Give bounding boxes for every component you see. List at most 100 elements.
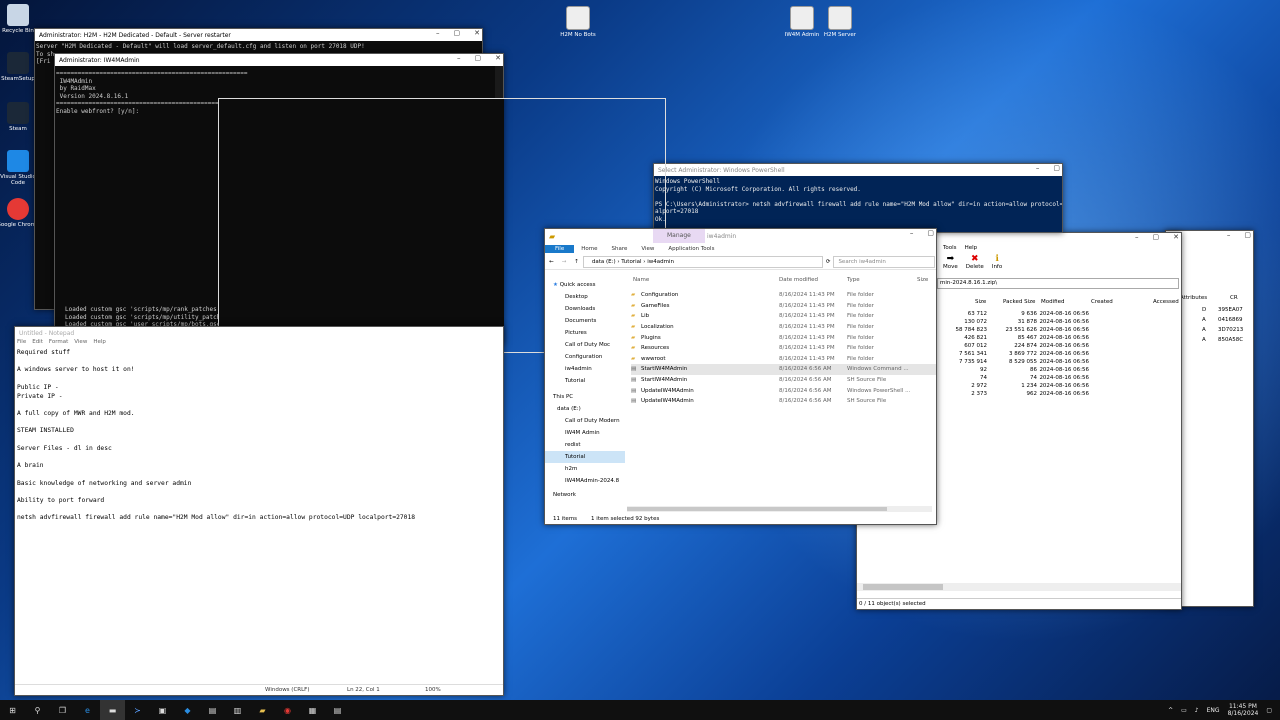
column-type[interactable]: Type xyxy=(847,277,917,283)
archive-row[interactable]: 2 972 1 234 2024-08-16 06:56 xyxy=(937,382,1089,390)
nav-item[interactable]: Desktop xyxy=(545,291,625,303)
chevron-up-icon[interactable]: ^ xyxy=(1168,707,1173,714)
column-packed-size[interactable]: Packed Size xyxy=(1003,299,1035,305)
file-row[interactable]: ▰ Plugins 8/16/2024 11:43 PM File folder xyxy=(631,332,936,343)
menu-item[interactable]: File xyxy=(17,339,26,347)
title-bar[interactable]: Administrator: IW4MAdmin – ▢ ✕ xyxy=(55,54,503,66)
file-row[interactable]: ▰ GameFiles 8/16/2024 11:43 PM File folder xyxy=(631,301,936,312)
refresh-icon[interactable]: ⟳ xyxy=(823,259,834,265)
ribbon-tab[interactable]: Application Tools xyxy=(661,245,721,253)
archive-row[interactable]: 63 712 9 636 2024-08-16 06:56 xyxy=(937,310,1089,318)
delete-button[interactable]: ✖ Delete xyxy=(966,254,984,276)
archive-row[interactable]: 58 784 823 23 551 626 2024-08-16 06:56 xyxy=(937,326,1090,334)
menu-item[interactable]: Edit xyxy=(32,339,43,347)
column-modified[interactable]: Modified xyxy=(1041,299,1064,305)
clock[interactable]: 11:45 PM 8/16/2024 xyxy=(1228,703,1259,717)
vscode-icon[interactable]: ◆ xyxy=(175,700,200,720)
title-bar[interactable]: ▰ Manage iw4admin – ▢ xyxy=(545,229,936,243)
nav-item[interactable]: Configuration xyxy=(545,351,625,363)
desktop-icon-h2m-no-bots[interactable]: H2M No Bots xyxy=(555,6,601,38)
file-row[interactable]: ▰ wwwroot 8/16/2024 11:43 PM File folder xyxy=(631,354,936,365)
menu-item[interactable]: Format xyxy=(49,339,68,347)
app-icon[interactable]: ▥ xyxy=(225,700,250,720)
nav-item[interactable]: IW4MAdmin-2024.8 xyxy=(545,475,625,487)
h2m-app-icon[interactable]: ▤ xyxy=(325,700,350,720)
scroll-thumb[interactable] xyxy=(627,507,887,511)
scroll-thumb[interactable] xyxy=(863,584,943,590)
desktop-icon-h2m-server[interactable]: H2M Server xyxy=(817,6,863,38)
file-row[interactable]: ▤ UpdateIW4MAdmin 8/16/2024 6:56 AM Windows… xyxy=(631,385,936,396)
archive-row[interactable]: 7 735 914 8 529 055 2024-08-16 06:56 xyxy=(937,358,1089,366)
nav-item[interactable]: Call of Duty Modern xyxy=(545,415,625,427)
app-icon[interactable]: ▣ xyxy=(150,700,175,720)
file-row[interactable]: ▰ Configuration 8/16/2024 11:43 PM File fol… xyxy=(631,290,936,301)
nav-item[interactable]: IW4M Admin xyxy=(545,427,625,439)
menu-item[interactable]: Help xyxy=(93,339,106,347)
archive-row[interactable]: 2 373 962 2024-08-16 06:56 xyxy=(937,390,1089,398)
nav-item[interactable]: Tutorial xyxy=(545,375,625,387)
nav-item[interactable]: iw4admin xyxy=(545,363,625,375)
nav-this-pc[interactable]: This PC xyxy=(545,391,625,403)
file-explorer-window[interactable]: ▰ Manage iw4admin – ▢ File Home Share View Ap… xyxy=(544,228,937,525)
title-bar[interactable]: Untitled - Notepad xyxy=(15,327,503,339)
edge-icon[interactable]: e xyxy=(75,700,100,720)
manage-tab[interactable]: Manage xyxy=(653,229,705,243)
file-explorer-icon[interactable]: ▰ xyxy=(250,700,275,720)
search-input[interactable]: Search iw4admin xyxy=(833,256,936,268)
archive-row[interactable]: 130 072 31 878 2024-08-16 06:56 xyxy=(937,318,1089,326)
ribbon-tab[interactable]: File xyxy=(545,245,575,253)
menu-item[interactable]: View xyxy=(74,339,87,347)
notepad-text[interactable]: Required stuff A windows server to host … xyxy=(15,347,503,686)
app-icon[interactable]: ▦ xyxy=(300,700,325,720)
file-row[interactable]: ▤ UpdateIW4MAdmin 8/16/2024 6:56 AM SH Sour… xyxy=(631,396,936,407)
nav-item-selected[interactable]: Tutorial xyxy=(545,451,625,463)
ribbon-tab[interactable]: Share xyxy=(604,245,634,253)
column-date-modified[interactable]: Date modified xyxy=(779,277,847,283)
menu-help[interactable]: Help xyxy=(965,245,978,254)
start-button[interactable]: ⊞ xyxy=(0,700,25,720)
iw4m-app-icon[interactable]: ▤ xyxy=(200,700,225,720)
back-row[interactable]: A 0416869 xyxy=(1202,317,1243,327)
nav-drive[interactable]: data (E:) xyxy=(545,403,625,415)
volume-icon[interactable]: ♪ xyxy=(1195,707,1199,714)
nav-item[interactable]: Pictures xyxy=(545,327,625,339)
nav-quick-access[interactable]: ★ Quick access xyxy=(545,279,625,291)
back-arrow-icon[interactable]: ← xyxy=(545,259,558,265)
title-bar[interactable]: Administrator: H2M - H2M Dedicated - Def… xyxy=(35,29,482,41)
nav-item[interactable]: Call of Duty Moc xyxy=(545,339,625,351)
nav-item[interactable]: redist xyxy=(545,439,625,451)
notification-icon[interactable]: ▢ xyxy=(1266,707,1272,714)
powershell-output[interactable]: Windows PowerShell Copyright (C) Microsof… xyxy=(654,176,1062,232)
column-size[interactable]: Size xyxy=(975,299,986,305)
column-accessed[interactable]: Accessed xyxy=(1153,299,1179,305)
info-button[interactable]: ℹ Info xyxy=(992,254,1002,276)
notepad-window[interactable]: Untitled - Notepad File Edit Format View Hel… xyxy=(14,326,504,696)
file-row[interactable]: ▰ Resources 8/16/2024 11:43 PM File folder xyxy=(631,343,936,354)
language-indicator[interactable]: ENG xyxy=(1207,707,1220,714)
archive-row[interactable]: 607 012 224 874 2024-08-16 06:56 xyxy=(937,342,1089,350)
forward-arrow-icon[interactable]: → xyxy=(558,259,571,265)
archive-path[interactable]: min-2024.8.16.1.zip\ xyxy=(937,278,1179,289)
chrome-icon[interactable]: ◉ xyxy=(275,700,300,720)
address-bar[interactable]: data (E:) › Tutorial › iw4admin xyxy=(582,256,823,268)
powershell-icon[interactable]: ≻ xyxy=(125,700,150,720)
column-created[interactable]: Created xyxy=(1091,299,1113,305)
nav-item[interactable]: Documents xyxy=(545,315,625,327)
file-row[interactable]: ▤ StartIW4MAdmin 8/16/2024 6:56 AM SH Sourc… xyxy=(631,375,936,386)
back-row[interactable]: D 395EA07 xyxy=(1202,307,1243,317)
title-bar[interactable]: Select Administrator: Windows PowerShell… xyxy=(654,164,1062,176)
ribbon-tab[interactable]: Home xyxy=(574,245,604,253)
move-button[interactable]: ➡ Move xyxy=(943,254,958,276)
archive-row[interactable]: 7 561 341 3 869 772 2024-08-16 06:56 xyxy=(937,350,1089,358)
powershell-window[interactable]: Select Administrator: Windows PowerShell… xyxy=(653,163,1063,233)
menu-tools[interactable]: Tools xyxy=(943,245,957,254)
network-icon[interactable]: ▭ xyxy=(1181,707,1187,714)
ribbon-tab[interactable]: View xyxy=(634,245,661,253)
up-arrow-icon[interactable]: ↑ xyxy=(570,259,583,265)
terminal-icon[interactable]: ▬ xyxy=(100,700,125,720)
archive-row[interactable]: 74 74 2024-08-16 06:56 xyxy=(937,374,1089,382)
back-row[interactable]: A 3D70213 xyxy=(1202,327,1243,337)
column-header-attributes[interactable]: Attributes xyxy=(1180,295,1207,301)
column-header-crc[interactable]: CR xyxy=(1230,295,1238,301)
search-icon[interactable]: ⚲ xyxy=(25,700,50,720)
